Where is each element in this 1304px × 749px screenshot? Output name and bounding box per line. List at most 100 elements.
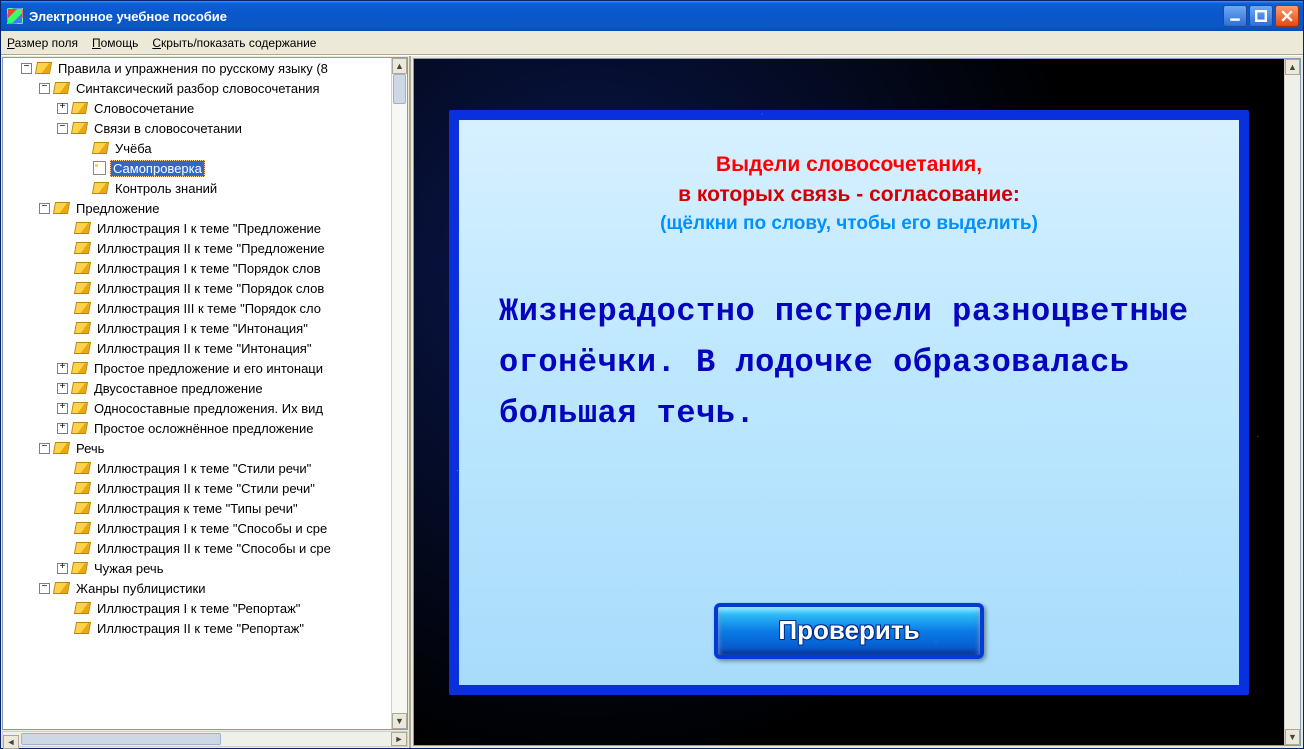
tree-item[interactable]: Иллюстрация III к теме "Порядок сло bbox=[94, 300, 324, 317]
tree-item-study[interactable]: Учёба bbox=[112, 140, 155, 157]
menubar: РРазмер поляазмер поля Помощь Скрыть/пок… bbox=[1, 31, 1303, 55]
tree-item[interactable]: Простое предложение и его интонаци bbox=[91, 360, 326, 377]
book-icon bbox=[71, 402, 88, 414]
book-icon bbox=[92, 182, 109, 194]
scroll-up-icon[interactable]: ▲ bbox=[1285, 59, 1300, 75]
tree-item-genres[interactable]: Жанры публицистики bbox=[73, 580, 209, 597]
tree-item[interactable]: Иллюстрация I к теме "Интонация" bbox=[94, 320, 311, 337]
book-icon bbox=[74, 602, 91, 614]
expand-icon[interactable]: + bbox=[57, 563, 68, 574]
collapse-icon[interactable]: − bbox=[39, 83, 50, 94]
window-title: Электронное учебное пособие bbox=[29, 9, 1223, 24]
tree-item[interactable]: Иллюстрация II к теме "Интонация" bbox=[94, 340, 314, 357]
window-buttons bbox=[1223, 5, 1299, 27]
collapse-icon[interactable]: − bbox=[39, 203, 50, 214]
book-icon bbox=[74, 542, 91, 554]
book-icon bbox=[71, 362, 88, 374]
expand-icon[interactable]: + bbox=[57, 403, 68, 414]
tree-item[interactable]: Иллюстрация I к теме "Порядок слов bbox=[94, 260, 324, 277]
tree-item[interactable]: Иллюстрация II к теме "Порядок слов bbox=[94, 280, 327, 297]
book-icon bbox=[74, 622, 91, 634]
close-button[interactable] bbox=[1275, 5, 1299, 27]
tree-item[interactable]: Иллюстрация I к теме "Способы и сре bbox=[94, 520, 330, 537]
instruction-hint: (щёлкни по слову, чтобы его выделить) bbox=[660, 210, 1038, 238]
exercise-sentence[interactable]: Жизнерадостно пестрели разноцветные огон… bbox=[489, 286, 1209, 440]
maximize-button[interactable] bbox=[1249, 5, 1273, 27]
exercise-instructions: Выдели словосочетания, в которых связь -… bbox=[660, 150, 1038, 238]
maximize-icon bbox=[1255, 10, 1267, 22]
collapse-icon[interactable]: − bbox=[39, 583, 50, 594]
expand-icon[interactable]: + bbox=[57, 423, 68, 434]
tree-item[interactable]: Иллюстрация II к теме "Предложение bbox=[94, 240, 328, 257]
expand-icon[interactable]: + bbox=[57, 383, 68, 394]
tree-item[interactable]: Чужая речь bbox=[91, 560, 166, 577]
book-icon bbox=[53, 582, 70, 594]
instruction-line-2: в которых связь - согласование: bbox=[660, 180, 1038, 210]
tree-item[interactable]: Иллюстрация к теме "Типы речи" bbox=[94, 500, 301, 517]
minimize-button[interactable] bbox=[1223, 5, 1247, 27]
check-button[interactable]: Проверить bbox=[714, 603, 984, 659]
scroll-down-icon[interactable]: ▼ bbox=[1285, 729, 1300, 745]
tree-item-sentence[interactable]: Предложение bbox=[73, 200, 163, 217]
book-icon bbox=[71, 122, 88, 134]
collapse-icon[interactable]: − bbox=[39, 443, 50, 454]
menu-toggle-toc[interactable]: Скрыть/показать содержание bbox=[152, 36, 316, 50]
tree-item-syntax[interactable]: Синтаксический разбор словосочетания bbox=[73, 80, 323, 97]
tree-root[interactable]: Правила и упражнения по русскому языку (… bbox=[55, 60, 331, 77]
page-icon bbox=[93, 161, 106, 175]
book-icon bbox=[53, 202, 70, 214]
scroll-left-icon[interactable]: ◄ bbox=[3, 735, 19, 749]
menu-fieldsize[interactable]: РРазмер поляазмер поля bbox=[7, 36, 78, 50]
tree-panel: −Правила и упражнения по русскому языку … bbox=[1, 56, 411, 748]
book-icon bbox=[74, 502, 91, 514]
book-icon bbox=[74, 482, 91, 494]
book-icon bbox=[53, 442, 70, 454]
tree-item-selfcheck[interactable]: Самопроверка bbox=[110, 160, 205, 177]
book-icon bbox=[74, 522, 91, 534]
collapse-icon[interactable]: − bbox=[57, 123, 68, 134]
book-icon bbox=[74, 262, 91, 274]
book-icon bbox=[71, 422, 88, 434]
expand-icon[interactable]: + bbox=[57, 103, 68, 114]
collapse-icon[interactable]: − bbox=[21, 63, 32, 74]
close-icon bbox=[1281, 10, 1293, 22]
tree-item[interactable]: Иллюстрация II к теме "Способы и сре bbox=[94, 540, 334, 557]
tree-item[interactable]: Иллюстрация II к теме "Репортаж" bbox=[94, 620, 307, 637]
tree-vscrollbar[interactable]: ▲ ▼ bbox=[391, 58, 407, 729]
app-icon bbox=[7, 8, 23, 24]
scroll-thumb[interactable] bbox=[393, 74, 406, 104]
tree-item[interactable]: Иллюстрация I к теме "Стили речи" bbox=[94, 460, 314, 477]
tree-item[interactable]: Простое осложнённое предложение bbox=[91, 420, 316, 437]
titlebar: Электронное учебное пособие bbox=[1, 1, 1303, 31]
tree-item[interactable]: Иллюстрация II к теме "Стили речи" bbox=[94, 480, 318, 497]
book-icon bbox=[71, 102, 88, 114]
book-icon bbox=[74, 342, 91, 354]
book-icon bbox=[92, 142, 109, 154]
scroll-right-icon[interactable]: ► bbox=[391, 732, 407, 746]
scroll-thumb[interactable] bbox=[21, 733, 221, 745]
tree-item-links[interactable]: Связи в словосочетании bbox=[91, 120, 245, 137]
content-panel: Выдели словосочетания, в которых связь -… bbox=[411, 56, 1303, 748]
book-icon bbox=[74, 282, 91, 294]
book-icon bbox=[71, 382, 88, 394]
tree-view[interactable]: −Правила и упражнения по русскому языку … bbox=[2, 57, 408, 730]
minimize-icon bbox=[1229, 10, 1241, 22]
book-icon bbox=[74, 242, 91, 254]
tree-item-phrase[interactable]: Словосочетание bbox=[91, 100, 197, 117]
tree-item[interactable]: Двусоставное предложение bbox=[91, 380, 266, 397]
client-area: −Правила и упражнения по русскому языку … bbox=[1, 55, 1303, 748]
book-icon bbox=[53, 82, 70, 94]
tree-item[interactable]: Односоставные предложения. Их вид bbox=[91, 400, 326, 417]
tree-item[interactable]: Иллюстрация I к теме "Предложение bbox=[94, 220, 324, 237]
tree-item[interactable]: Иллюстрация I к теме "Репортаж" bbox=[94, 600, 303, 617]
tree-item-test[interactable]: Контроль знаний bbox=[112, 180, 220, 197]
scroll-down-icon[interactable]: ▼ bbox=[392, 713, 407, 729]
content-vscrollbar[interactable]: ▲ ▼ bbox=[1284, 59, 1300, 745]
book-icon bbox=[74, 462, 91, 474]
menu-help[interactable]: Помощь bbox=[92, 36, 138, 50]
scroll-up-icon[interactable]: ▲ bbox=[392, 58, 407, 74]
expand-icon[interactable]: + bbox=[57, 363, 68, 374]
exercise-stage: Выдели словосочетания, в которых связь -… bbox=[414, 59, 1284, 745]
tree-item-speech[interactable]: Речь bbox=[73, 440, 107, 457]
tree-hscrollbar[interactable]: ◄ ► bbox=[2, 731, 408, 747]
